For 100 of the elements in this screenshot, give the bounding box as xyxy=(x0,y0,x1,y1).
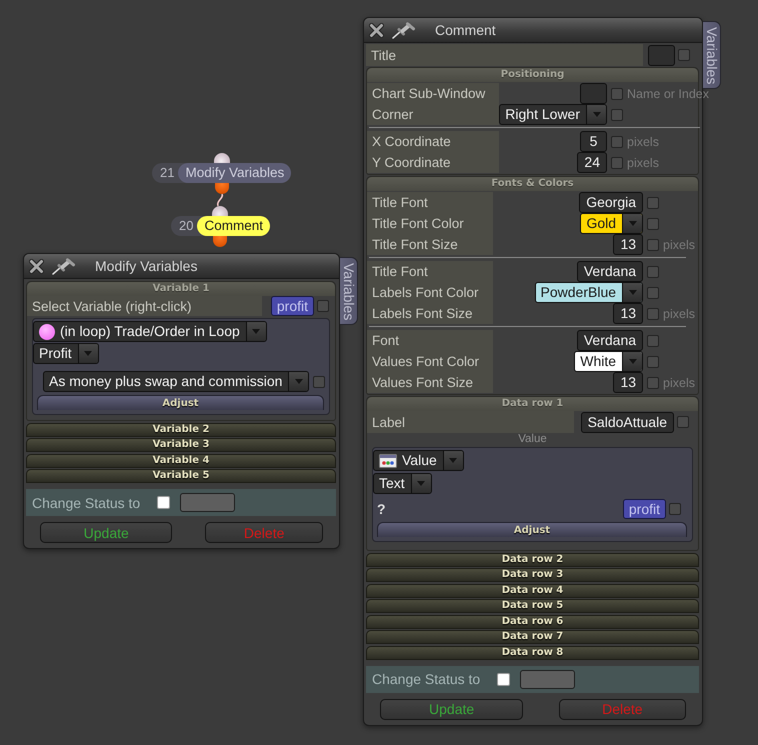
section-header[interactable]: Data row 2 xyxy=(366,552,699,566)
input-field[interactable]: 5 xyxy=(580,131,607,152)
section-header[interactable]: Data row 5 xyxy=(366,599,699,613)
section-header[interactable]: Variable 4 xyxy=(26,454,336,468)
caret-icon xyxy=(628,221,637,226)
checkbox[interactable] xyxy=(647,218,660,230)
note-text: Name or Index xyxy=(627,86,710,100)
panel-icon xyxy=(379,454,397,468)
pin-icon[interactable] xyxy=(392,22,416,38)
dropdown[interactable]: Value xyxy=(373,450,464,471)
note-text: pixels xyxy=(663,306,696,320)
color-dropdown[interactable]: White xyxy=(574,351,644,372)
checkbox[interactable] xyxy=(677,416,689,428)
checkbox[interactable] xyxy=(157,496,170,509)
section-header[interactable]: Data row 3 xyxy=(366,568,699,582)
port-icon[interactable] xyxy=(213,236,228,247)
field-label: Title Font Color xyxy=(367,213,494,234)
side-tab[interactable]: Variables xyxy=(340,257,358,325)
status-field[interactable] xyxy=(180,493,235,512)
input-field[interactable]: Georgia xyxy=(579,192,644,213)
checkbox[interactable] xyxy=(647,376,660,388)
input-field[interactable]: 13 xyxy=(613,303,644,324)
side-tab[interactable]: Variables xyxy=(703,21,721,89)
checkbox[interactable] xyxy=(678,49,690,61)
input-field[interactable]: 13 xyxy=(613,234,644,255)
adjust-button[interactable]: Adjust xyxy=(377,522,687,537)
status-label: Change Status to xyxy=(372,671,480,687)
close-icon[interactable] xyxy=(369,22,384,38)
note-text: pixels xyxy=(663,376,696,390)
caret-icon xyxy=(449,458,458,463)
port-icon[interactable] xyxy=(214,183,229,194)
window-title: Comment xyxy=(435,22,496,38)
checkbox[interactable] xyxy=(611,88,623,100)
input-field[interactable]: Verdana xyxy=(576,330,644,351)
input-field[interactable]: 24 xyxy=(577,152,607,173)
note-text: pixels xyxy=(627,134,660,148)
checkbox[interactable] xyxy=(647,238,660,250)
field-label: Values Font Color xyxy=(367,351,494,372)
section-header[interactable]: Data row 7 xyxy=(366,630,699,644)
color-dropdown[interactable]: PowderBlue xyxy=(534,282,644,303)
caret-icon xyxy=(252,329,260,334)
dropdown[interactable]: Text xyxy=(373,473,432,494)
section-header[interactable]: Data row 6 xyxy=(366,614,699,628)
checkbox[interactable] xyxy=(611,108,623,120)
caret-icon xyxy=(294,379,303,384)
dropdown[interactable]: Right Lower xyxy=(499,104,607,125)
section-header[interactable]: Variable 2 xyxy=(26,422,336,436)
field-label: Corner xyxy=(367,104,500,125)
color-dropdown[interactable]: Gold xyxy=(580,213,644,234)
section-header[interactable]: Data row 8 xyxy=(366,646,699,660)
section-header[interactable]: Data row 4 xyxy=(366,584,699,598)
input-field[interactable] xyxy=(648,44,675,66)
checkbox[interactable] xyxy=(669,503,681,515)
section-header[interactable]: Variable 5 xyxy=(26,469,336,483)
checkbox[interactable] xyxy=(647,196,660,208)
update-button[interactable]: Update xyxy=(40,522,172,543)
checkbox[interactable] xyxy=(317,300,329,312)
circle-icon xyxy=(39,324,55,340)
checkbox[interactable] xyxy=(647,308,660,320)
input-field[interactable] xyxy=(580,83,607,104)
field-label: Title xyxy=(366,44,643,66)
checkbox[interactable] xyxy=(647,286,660,298)
field-label: Labels Font Size xyxy=(367,303,494,324)
checkbox[interactable] xyxy=(647,266,660,278)
caret-icon xyxy=(592,112,600,117)
checkbox[interactable] xyxy=(313,376,326,388)
dropdown[interactable]: As money plus swap and commission xyxy=(43,371,310,392)
checkbox[interactable] xyxy=(611,136,623,148)
checkbox[interactable] xyxy=(497,672,510,686)
checkbox[interactable] xyxy=(611,156,623,168)
checkbox[interactable] xyxy=(647,356,660,368)
checkbox[interactable] xyxy=(647,334,660,346)
input-field[interactable]: Verdana xyxy=(576,261,644,282)
node-label[interactable]: Comment xyxy=(197,216,270,236)
input-field[interactable]: SaldoAttuale xyxy=(580,412,674,432)
variable-badge[interactable]: profit xyxy=(270,296,314,316)
dropdown[interactable]: Profit xyxy=(33,343,99,364)
port-icon[interactable] xyxy=(212,206,228,216)
caption-text: Value xyxy=(518,433,547,445)
pin-icon[interactable] xyxy=(52,258,76,274)
field-label: Label xyxy=(367,411,574,433)
variable-badge[interactable]: profit xyxy=(622,499,666,519)
caret-icon xyxy=(628,359,637,364)
adjust-button[interactable]: Adjust xyxy=(37,395,324,410)
field-label: Title Font Size xyxy=(367,234,494,255)
close-icon[interactable] xyxy=(29,258,44,274)
section-header[interactable]: Variable 3 xyxy=(26,438,336,452)
status-label: Change Status to xyxy=(32,494,140,510)
field-label: Title Font xyxy=(367,192,494,213)
note-text: pixels xyxy=(663,238,696,252)
port-icon[interactable] xyxy=(214,153,230,163)
caret-icon xyxy=(417,481,426,486)
dropdown[interactable]: (in loop) Trade/Order in Loop xyxy=(33,321,267,342)
field-label: Values Font Size xyxy=(367,372,494,393)
field-label: X Coordinate xyxy=(367,131,500,152)
field-label: Select Variable (right-click) xyxy=(27,296,262,316)
update-button[interactable]: Update xyxy=(380,698,524,720)
input-field[interactable]: 13 xyxy=(613,372,644,393)
node-label[interactable]: Modify Variables xyxy=(178,163,292,183)
status-field[interactable] xyxy=(520,670,575,688)
